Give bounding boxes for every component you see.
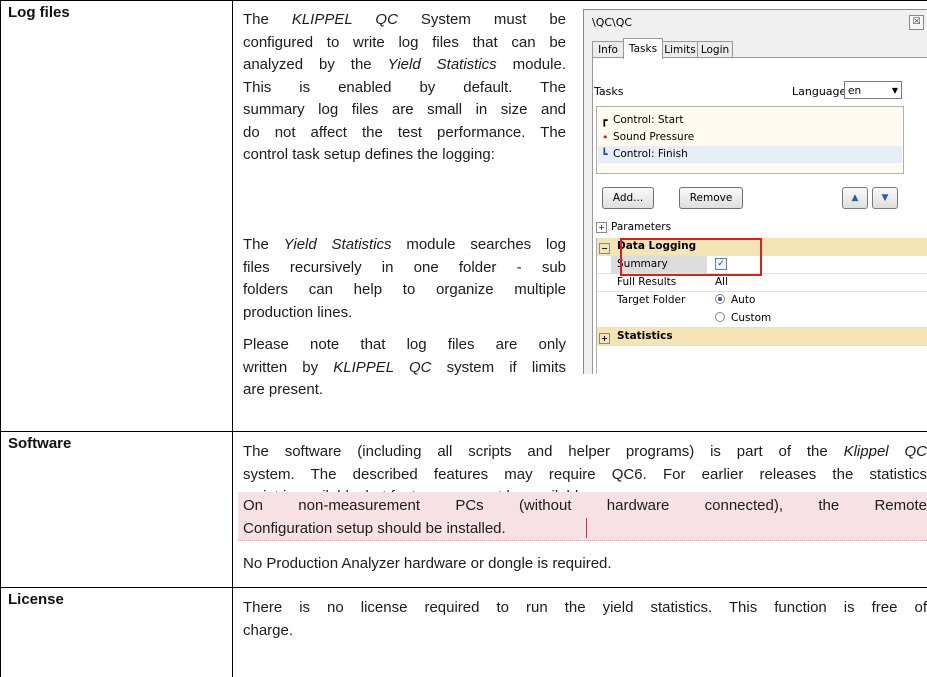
table-border-top (0, 0, 927, 1)
language-label: Language (792, 85, 847, 98)
task-list: ┏ Control: Start • Sound Pressure ┗ Cont… (596, 106, 904, 174)
text-line: There is no license required to run the … (243, 599, 927, 616)
software-paragraph-3: No Production Analyzer hardware or dongl… (243, 555, 612, 572)
table-border-left (0, 0, 1, 677)
qc-settings-window: \QC\QC ☒ Info Tasks Limits Login Tasks L… (583, 9, 927, 374)
arrow-up-icon: ▲ (851, 193, 859, 203)
text-line: folders can help to organize multiple (243, 281, 566, 298)
param-row-target-folder: Target Folder Auto (597, 292, 927, 309)
text-line: analyzed by the Yield Statistics module. (243, 56, 566, 73)
param-row-target-folder-custom: Custom (597, 310, 927, 328)
log-files-paragraph-1: The KLIPPEL QC System must be configured… (243, 9, 566, 167)
language-value: en (848, 85, 862, 97)
expand-icon: + (597, 328, 611, 345)
text-line: written by KLIPPEL QC system if limits (243, 358, 566, 376)
language-select[interactable]: en ▼ (844, 81, 902, 99)
text-line: Please note that log files are only (243, 336, 566, 353)
column-divider (232, 0, 233, 677)
text-line: charge. (243, 621, 294, 639)
group-statistics[interactable]: + Statistics (597, 328, 927, 346)
bracket-start-icon: ┏ (601, 114, 608, 127)
close-icon[interactable]: ☒ (909, 15, 924, 30)
radio-selected-icon (715, 294, 725, 304)
arrow-down-icon: ▼ (881, 193, 889, 203)
window-title: \QC\QC (592, 16, 633, 29)
param-label: Target Folder (617, 294, 686, 306)
tab-tasks[interactable]: Tasks (623, 38, 663, 59)
row-divider (0, 431, 927, 432)
text-line: The KLIPPEL QC System must be (243, 11, 567, 28)
log-files-paragraph-3: Please note that log files are only writ… (243, 334, 566, 402)
param-row-full-results: Full Results All (597, 274, 927, 292)
move-down-button[interactable]: ▼ (872, 187, 898, 209)
text-line: are present. (243, 381, 324, 398)
task-item-sound-pressure[interactable]: • Sound Pressure (602, 129, 695, 146)
bracket-end-icon: ┗ (601, 148, 608, 161)
radio-label: Auto (731, 294, 756, 306)
task-label: Control: Finish (613, 148, 688, 160)
text-line: The software (including all scripts and … (243, 443, 927, 460)
license-paragraph: There is no license required to run the … (243, 597, 927, 642)
text-line: system. The described features may requi… (243, 465, 927, 483)
tab-info[interactable]: Info (592, 41, 624, 58)
task-item-control-start[interactable]: ┏ Control: Start (601, 112, 684, 129)
task-item-control-finish[interactable]: ┗ Control: Finish (598, 146, 902, 163)
row-label-software: Software (8, 435, 72, 452)
row-label-license: License (8, 591, 64, 608)
collapse-icon: − (597, 238, 611, 255)
remove-task-button[interactable]: Remove (679, 187, 743, 209)
text-line: configured to write log files that can b… (243, 33, 566, 51)
task-label: Sound Pressure (613, 131, 695, 143)
radio-label: Custom (731, 312, 772, 324)
param-value[interactable]: All (715, 274, 728, 291)
log-files-paragraph-2: The Yield Statistics module searches log… (243, 234, 566, 324)
highlight-box (620, 238, 762, 276)
text-line: production lines. (243, 303, 353, 321)
row-divider (0, 587, 927, 588)
param-label: Full Results (617, 276, 677, 288)
tab-login[interactable]: Login (697, 41, 733, 58)
move-up-button[interactable]: ▲ (842, 187, 868, 209)
parameters-label: Parameters (611, 221, 672, 233)
text-line: The Yield Statistics module searches log (243, 236, 566, 253)
task-label: Control: Start (613, 114, 684, 126)
text-line: Configuration setup should be installed. (243, 519, 506, 537)
parameters-toggle[interactable]: + Parameters (596, 221, 671, 233)
expand-icon: + (596, 221, 607, 233)
radio-custom[interactable]: Custom (715, 310, 771, 327)
text-line: do not affect the test performance. The (243, 123, 566, 141)
chevron-down-icon: ▼ (891, 86, 898, 95)
radio-auto[interactable]: Auto (715, 292, 755, 309)
tasks-heading: Tasks (594, 85, 624, 98)
text-line: This is enabled by default. The (243, 78, 566, 96)
text-line: files recursively in one folder - sub (243, 258, 566, 276)
radio-unselected-icon (715, 312, 725, 322)
add-task-button[interactable]: Add... (602, 187, 654, 209)
tab-limits[interactable]: Limits (662, 41, 698, 58)
text-line: control task setup defines the logging: (243, 146, 495, 163)
text-line: summary log files are small in size and (243, 101, 566, 118)
text-line: On non-measurement PCs (without hardware… (243, 497, 927, 514)
dot-icon: • (602, 131, 609, 144)
row-label-log-files: Log files (8, 4, 70, 21)
text-cursor (586, 518, 587, 538)
group-label: Statistics (617, 330, 673, 342)
software-paragraph-2: On non-measurement PCs (without hardware… (243, 495, 927, 540)
